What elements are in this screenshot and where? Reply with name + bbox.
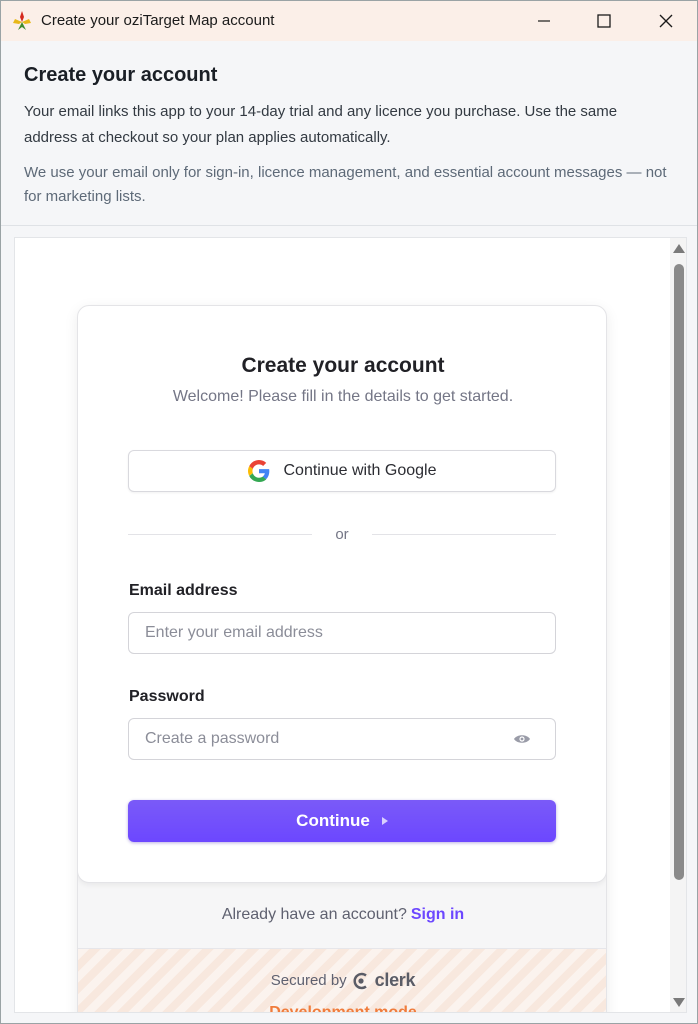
continue-with-google-button[interactable]: Continue with Google xyxy=(128,450,556,492)
minimize-button[interactable] xyxy=(513,1,575,41)
divider-or-text: or xyxy=(335,526,349,543)
sign-up-card: Create your account Welcome! Please fill… xyxy=(78,306,606,883)
google-button-label: Continue with Google xyxy=(283,462,437,479)
app-logo-icon xyxy=(13,11,31,30)
clerk-logo-icon xyxy=(353,972,367,989)
secured-by-badge[interactable]: Secured by clerk xyxy=(78,970,606,991)
divider-right xyxy=(372,534,556,535)
header-privacy-note: We use your email only for sign-in, lice… xyxy=(24,164,667,205)
title-bar[interactable]: Create your oziTarget Map account xyxy=(1,1,697,41)
close-button[interactable] xyxy=(635,1,697,41)
continue-button[interactable]: Continue xyxy=(128,800,556,842)
secured-by-text: Secured by xyxy=(270,972,347,989)
scrollbar-thumb[interactable] xyxy=(674,264,684,880)
card-subtitle: Welcome! Please fill in the details to g… xyxy=(172,388,514,405)
close-icon xyxy=(659,14,673,28)
app-window: Create your oziTarget Map account Create… xyxy=(0,0,698,1024)
eye-icon xyxy=(514,735,530,743)
maximize-button[interactable] xyxy=(573,1,635,41)
sign-in-link[interactable]: Sign in xyxy=(411,906,464,923)
sign-in-prompt: Already have an account? Sign in xyxy=(78,906,606,924)
email-label: Email address xyxy=(129,582,238,599)
show-password-button[interactable] xyxy=(510,730,534,748)
sign-up-card-container: Create your account Welcome! Please fill… xyxy=(77,305,607,1013)
vertical-scrollbar[interactable] xyxy=(670,238,686,1012)
google-icon xyxy=(247,460,269,482)
header-trial-info: Your email links this app to your 14-day… xyxy=(24,103,618,146)
clerk-brand-text: clerk xyxy=(374,970,416,990)
continue-button-label: Continue xyxy=(296,811,370,830)
maximize-icon xyxy=(597,14,611,28)
email-field[interactable] xyxy=(128,612,556,654)
header-title: Create your account xyxy=(24,64,218,86)
sign-up-webview: Create your account Welcome! Please fill… xyxy=(14,237,687,1013)
scroll-down-arrow-icon[interactable] xyxy=(673,998,685,1007)
sign-in-prompt-text: Already have an account? xyxy=(221,906,407,923)
caret-right-icon xyxy=(381,817,388,825)
card-title: Create your account xyxy=(241,354,445,377)
development-mode-label: Development mode xyxy=(269,1004,417,1013)
divider-left xyxy=(128,534,312,535)
scroll-up-arrow-icon[interactable] xyxy=(673,244,685,253)
info-header: Create your account Your email links thi… xyxy=(1,41,697,226)
password-field[interactable] xyxy=(128,718,556,760)
password-label: Password xyxy=(129,688,205,705)
minimize-icon xyxy=(538,20,550,22)
window-title: Create your oziTarget Map account xyxy=(41,12,275,29)
